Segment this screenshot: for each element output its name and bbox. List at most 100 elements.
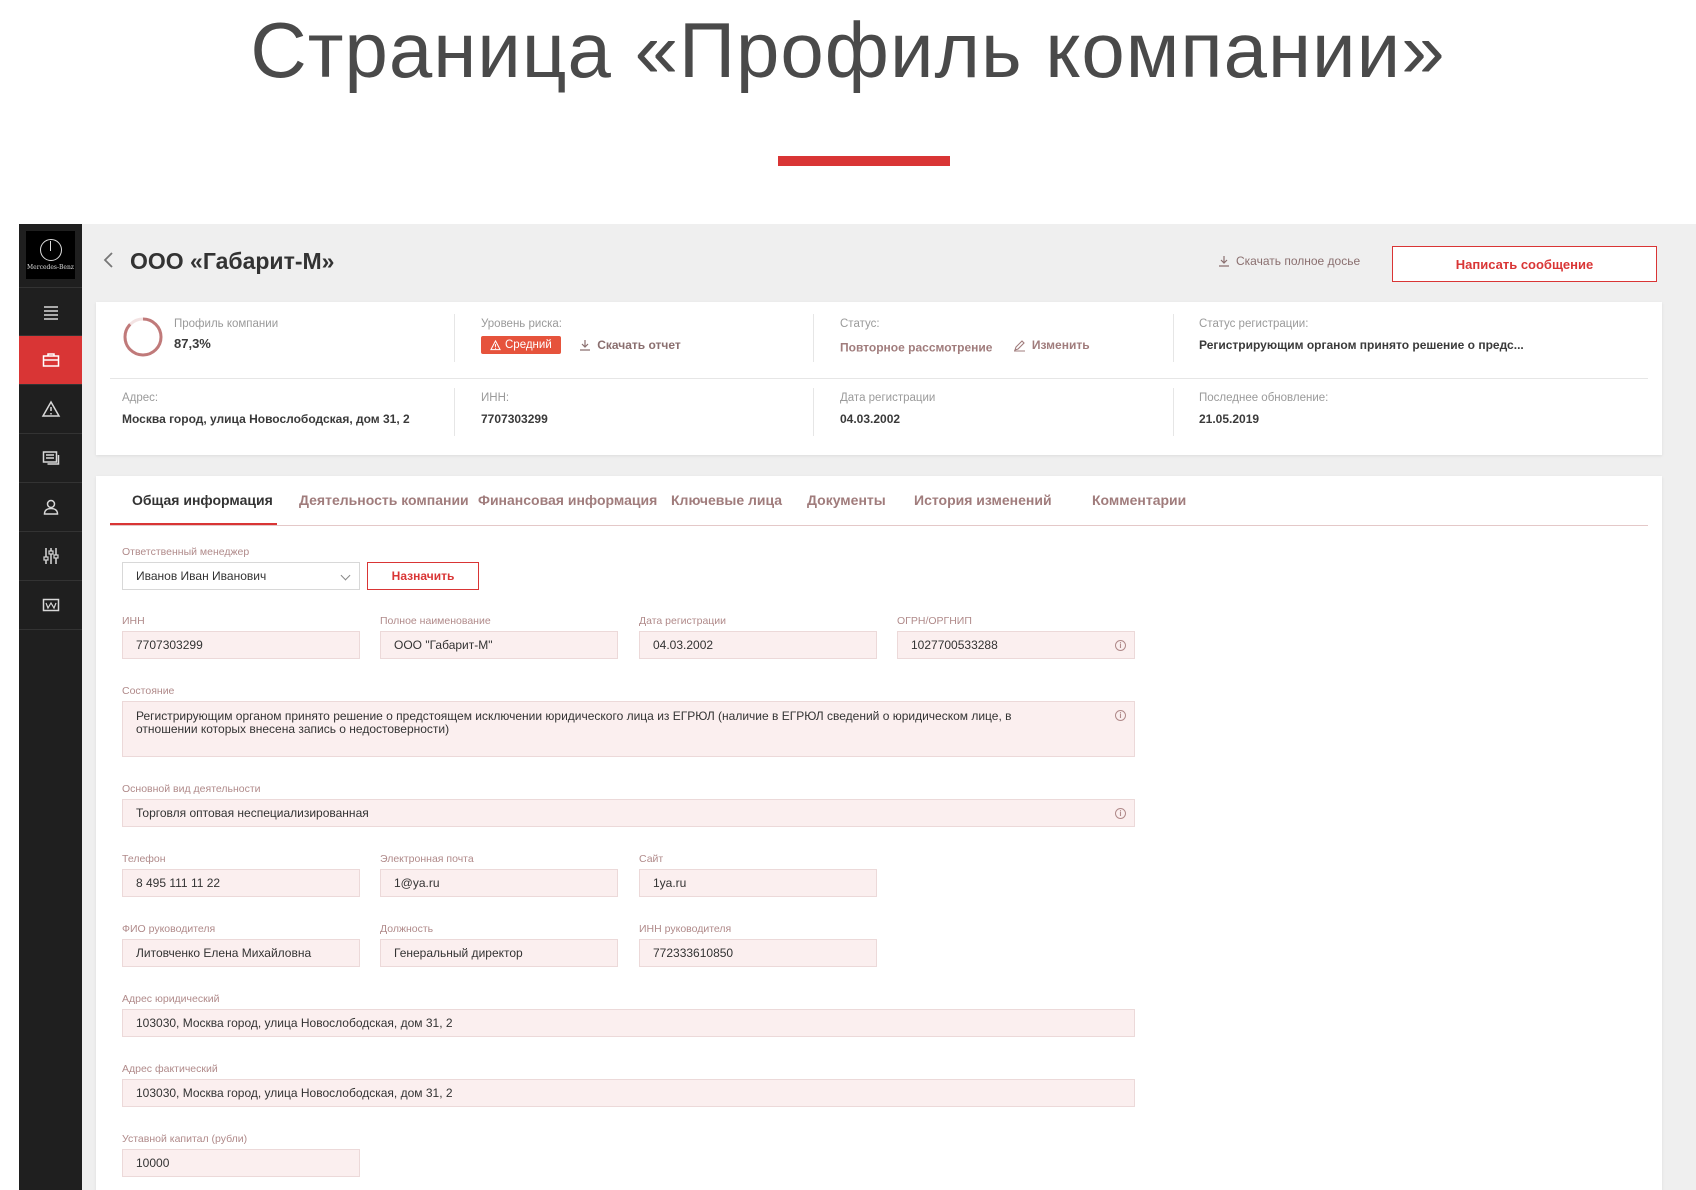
fullname-field[interactable]: ООО "Габарит-М"	[380, 631, 618, 659]
tab-comments[interactable]: Комментарии	[1092, 492, 1186, 508]
ogrn-field-label: ОГРН/ОРГНИП	[897, 615, 972, 627]
tab-bar: Общая информация Деятельность компании Ф…	[110, 476, 1648, 526]
head-field-label: ФИО руководителя	[122, 923, 216, 935]
position-field[interactable]: Генеральный директор	[380, 939, 618, 967]
sidebar-item-companies[interactable]	[19, 336, 82, 385]
edit-status-link[interactable]: Изменить	[1013, 338, 1090, 352]
phone-field-label: Телефон	[122, 853, 166, 865]
phone-field[interactable]: 8 495 111 11 22	[122, 869, 360, 897]
manager-select[interactable]: Иванов Иван Иванович	[122, 562, 360, 590]
reg-status-value: Регистрирующим органом принято решение о…	[1199, 338, 1524, 352]
info-icon[interactable]: i	[1115, 710, 1126, 721]
edit-status-label: Изменить	[1031, 338, 1090, 352]
inn-value: 7707303299	[481, 412, 548, 426]
legal-address-field[interactable]: 103030, Москва город, улица Новослободск…	[122, 1009, 1135, 1037]
activity-field-label: Основной вид деятельности	[122, 783, 261, 795]
write-message-button[interactable]: Написать сообщение	[1392, 246, 1657, 282]
briefcase-icon	[42, 353, 59, 367]
download-dossier-link[interactable]: Скачать полное досье	[1218, 254, 1360, 268]
info-icon[interactable]: i	[1115, 640, 1126, 651]
sidebar-item-settings[interactable]	[19, 532, 82, 581]
actual-address-field-label: Адрес фактический	[122, 1063, 218, 1075]
hero-accent-bar	[778, 156, 950, 166]
inn-field-label: ИНН	[122, 615, 145, 627]
divider	[454, 388, 455, 436]
info-icon[interactable]: i	[1115, 808, 1126, 819]
site-field[interactable]: 1ya.ru	[639, 869, 877, 897]
capital-field[interactable]: 10000	[122, 1149, 360, 1177]
warning-icon	[41, 400, 60, 417]
active-tab-indicator	[110, 523, 277, 525]
address-label: Адрес:	[122, 392, 159, 404]
reg-date-value: 04.03.2002	[840, 412, 901, 426]
messages-icon	[42, 451, 59, 465]
chevron-down-icon	[340, 570, 351, 581]
site-field-label: Сайт	[639, 853, 664, 865]
inn-label: ИНН:	[481, 392, 510, 404]
sidebar-item-payments[interactable]	[19, 581, 82, 630]
tab-general-info[interactable]: Общая информация	[132, 492, 273, 508]
summary-row-divider	[110, 378, 1648, 379]
state-field[interactable]: Регистрирующим органом принято решение о…	[122, 701, 1135, 757]
email-field[interactable]: 1@ya.ru	[380, 869, 618, 897]
divider	[813, 388, 814, 436]
sidebar: Mercedes-Benz	[19, 224, 82, 1190]
regdate-field[interactable]: 04.03.2002	[639, 631, 877, 659]
activity-field[interactable]: Торговля оптовая неспециализированная i	[122, 799, 1135, 827]
download-report-label: Скачать отчет	[597, 337, 681, 352]
page-content: ООО «Габарит-М» Скачать полное досье Нап…	[82, 224, 1696, 1190]
profile-value: 87,3%	[174, 336, 211, 351]
page-header: ООО «Габарит-М» Скачать полное досье Нап…	[82, 224, 1696, 296]
email-field-label: Электронная почта	[380, 853, 474, 865]
head-inn-field[interactable]: 772333610850	[639, 939, 877, 967]
divider	[1173, 314, 1174, 362]
summary-card: Профиль компании 87,3% Уровень риска: Ср…	[96, 302, 1662, 455]
sidebar-item-menu[interactable]	[19, 287, 82, 336]
inn: ИНН: 7707303299	[481, 392, 548, 426]
sidebar-item-users[interactable]	[19, 483, 82, 532]
tab-company-activity[interactable]: Деятельность компании	[299, 492, 469, 508]
reg-status-label: Статус регистрации:	[1199, 318, 1309, 330]
ogrn-field[interactable]: 1027700533288 i	[897, 631, 1135, 659]
actual-address-field[interactable]: 103030, Москва город, улица Новослободск…	[122, 1079, 1135, 1107]
brand-logo[interactable]: Mercedes-Benz	[26, 231, 75, 279]
tab-change-history[interactable]: История изменений	[914, 492, 1052, 508]
status-value[interactable]: Повторное рассмотрение	[840, 341, 992, 355]
wallet-icon	[42, 598, 59, 612]
capital-field-label: Уставной капитал (рубли)	[122, 1133, 248, 1145]
sliders-icon	[42, 548, 59, 564]
download-report-link[interactable]: Скачать отчет	[579, 338, 681, 352]
hero-title: Страница «Профиль компании»	[250, 6, 1446, 94]
reg-date-label: Дата регистрации	[840, 392, 936, 404]
updated-value: 21.05.2019	[1199, 412, 1260, 426]
tab-financial-info[interactable]: Финансовая информация	[478, 492, 657, 508]
details-card: Общая информация Деятельность компании Ф…	[96, 476, 1662, 1190]
profile-label: Профиль компании	[174, 318, 279, 330]
registration-date: Дата регистрации 04.03.2002	[840, 392, 935, 426]
divider	[1173, 388, 1174, 436]
back-arrow-icon[interactable]	[102, 250, 116, 270]
status: Статус: Повторное рассмотрение Изменить	[840, 318, 1090, 357]
tab-documents[interactable]: Документы	[807, 492, 886, 508]
head-inn-field-label: ИНН руководителя	[639, 923, 732, 935]
risk-value: Средний	[505, 339, 552, 351]
user-icon	[43, 499, 58, 515]
mercedes-star-icon	[39, 239, 62, 261]
fullname-field-label: Полное наименование	[380, 615, 491, 627]
sidebar-item-messages[interactable]	[19, 434, 82, 483]
head-field[interactable]: Литовченко Елена Михайловна	[122, 939, 360, 967]
tab-key-persons[interactable]: Ключевые лица	[671, 492, 782, 508]
regdate-field-label: Дата регистрации	[639, 615, 727, 627]
manager-value: Иванов Иван Иванович	[136, 569, 267, 583]
last-update: Последнее обновление: 21.05.2019	[1199, 392, 1328, 426]
sidebar-item-risks[interactable]	[19, 385, 82, 434]
assign-button[interactable]: Назначить	[367, 562, 479, 590]
ogrn-value: 1027700533288	[911, 638, 998, 652]
inn-field[interactable]: 7707303299	[122, 631, 360, 659]
registration-status: Статус регистрации: Регистрирующим орган…	[1199, 318, 1524, 352]
address: Адрес: Москва город, улица Новослободска…	[122, 392, 410, 426]
app-window: Mercedes-Benz ООО «Габарит-М» Скачать по…	[19, 224, 1696, 1190]
risk-label: Уровень риска:	[481, 318, 562, 330]
manager-label: Ответственный менеджер	[122, 546, 250, 558]
legal-address-field-label: Адрес юридический	[122, 993, 220, 1005]
